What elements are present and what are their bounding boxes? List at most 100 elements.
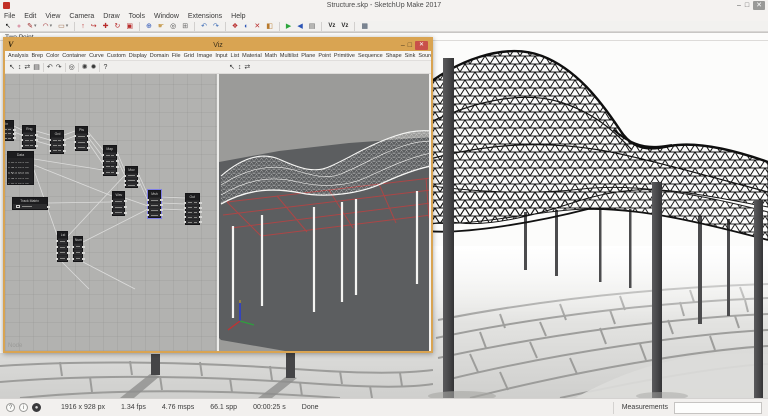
node-port-row[interactable]: [101, 169, 119, 175]
viz-node-n10[interactable]: Track Matrix: [12, 197, 50, 210]
photo-textures-icon[interactable]: ▤: [307, 21, 318, 31]
viz-undo-icon[interactable]: ↶: [47, 62, 53, 73]
node-port-row[interactable]: [20, 142, 38, 148]
viz-menu-curve[interactable]: Curve: [89, 53, 104, 59]
viz-maximize-icon[interactable]: □: [408, 41, 412, 50]
viz-menu-input[interactable]: Input: [215, 53, 227, 59]
viz-node-n5[interactable]: Mov: [123, 166, 140, 188]
menu-draw[interactable]: Draw: [103, 13, 119, 20]
viz-node-n3[interactable]: Pts: [73, 126, 90, 151]
viz-help-icon[interactable]: ?: [103, 62, 107, 73]
node-port-row[interactable]: [5, 135, 16, 140]
move-tool-icon[interactable]: ✚: [101, 21, 111, 31]
viz-node-n8[interactable]: Out: [183, 193, 202, 225]
viz-menu-sink[interactable]: Sink: [405, 53, 416, 59]
node-port-row[interactable]: [183, 219, 202, 224]
viz-menu-analysis[interactable]: Analysis: [8, 53, 28, 59]
viz-zoom-icon[interactable]: ◎: [69, 62, 75, 73]
info-icon[interactable]: i: [19, 403, 28, 412]
menu-edit[interactable]: Edit: [24, 13, 36, 20]
rectangle-tool-icon[interactable]: ▭ ▾: [56, 21, 70, 31]
viz-launch-icon[interactable]: Vz: [326, 21, 337, 31]
menu-camera[interactable]: Camera: [69, 13, 94, 20]
viz-node-n2[interactable]: Grd: [48, 130, 66, 154]
add-location-icon[interactable]: ▶: [284, 21, 293, 31]
viz-node-n0[interactable]: In: [5, 120, 16, 141]
node-port-row[interactable]: [48, 147, 66, 153]
menu-extensions[interactable]: Extensions: [188, 13, 222, 20]
menu-window[interactable]: Window: [154, 13, 179, 20]
help-icon[interactable]: ?: [6, 403, 15, 412]
viz-3d-preview[interactable]: [217, 74, 429, 351]
extension-icon[interactable]: ▦: [359, 21, 370, 31]
viz-menu-math[interactable]: Math: [265, 53, 277, 59]
dropdown-arrow-icon[interactable]: ▾: [66, 23, 69, 29]
viz-node-editor[interactable]: Node In Rng Grd Pts Map Mov Wav Msh Out Data0.00 …: [5, 74, 217, 351]
minimize-icon[interactable]: –: [737, 1, 741, 10]
viz-menu-multilist[interactable]: Multilist: [280, 53, 298, 59]
node-port-row[interactable]: [55, 255, 70, 261]
previous-view-icon[interactable]: ↶: [199, 21, 209, 31]
viz-menu-primitive[interactable]: Primitive: [334, 53, 355, 59]
viz-menu-list[interactable]: List: [231, 53, 240, 59]
measurements-input[interactable]: [674, 401, 762, 414]
viz-node-n11[interactable]: Lst: [55, 231, 70, 262]
menu-help[interactable]: Help: [231, 13, 245, 20]
viz-document-icon[interactable]: ▤: [33, 62, 40, 73]
maximize-icon[interactable]: □: [745, 1, 749, 10]
viz-menu-material[interactable]: Material: [242, 53, 262, 59]
viz-menu-container[interactable]: Container: [62, 53, 86, 59]
menu-file[interactable]: File: [4, 13, 15, 20]
close-icon[interactable]: ✕: [753, 1, 765, 10]
viz-menu-file[interactable]: File: [172, 53, 181, 59]
toggle-terrain-icon[interactable]: ◀: [295, 21, 304, 31]
viz-menu-color[interactable]: Color: [46, 53, 59, 59]
viz-menu-brep[interactable]: Brep: [31, 53, 43, 59]
dropdown-arrow-icon[interactable]: ▾: [34, 23, 37, 29]
push-pull-tool-icon[interactable]: ↑: [79, 21, 87, 31]
follow-me-tool-icon[interactable]: ↪: [89, 21, 99, 31]
walk-tool-icon[interactable]: ✕: [252, 21, 262, 31]
eraser-tool-icon[interactable]: ●: [15, 21, 23, 31]
viz-menu-grid[interactable]: Grid: [184, 53, 194, 59]
viz-node-n1[interactable]: Rng: [20, 125, 38, 149]
checkbox[interactable]: [16, 204, 20, 209]
viz-menu-shape[interactable]: Shape: [386, 53, 402, 59]
menu-view[interactable]: View: [45, 13, 60, 20]
viz-minimize-icon[interactable]: –: [401, 41, 405, 50]
viz-view-pan-icon[interactable]: ⇄: [244, 62, 250, 73]
next-view-icon[interactable]: ↷: [211, 21, 221, 31]
position-camera-icon[interactable]: ❖: [230, 21, 240, 31]
viz-menu-point[interactable]: Point: [318, 53, 331, 59]
dropdown-arrow-icon[interactable]: ▾: [50, 23, 53, 29]
viz-title-bar[interactable]: V Viz – □ ✕: [5, 39, 431, 51]
viz-menu-sequence[interactable]: Sequence: [358, 53, 383, 59]
zoom-tool-icon[interactable]: ◎: [168, 21, 178, 31]
viz-run-icon[interactable]: Vz: [339, 21, 350, 31]
viz-view-orbit-icon[interactable]: ↕: [238, 62, 242, 73]
viz-menu-display[interactable]: Display: [129, 53, 147, 59]
node-port-row[interactable]: [123, 182, 140, 187]
rotate-tool-icon[interactable]: ↻: [113, 21, 123, 31]
viz-node-n7[interactable]: Msh: [146, 190, 163, 218]
viz-menu-domain[interactable]: Domain: [150, 53, 169, 59]
viz-node-n9[interactable]: Data0.00 0.00 0.000.25 0.00 0.000.50 0.0…: [7, 151, 34, 185]
viz-menu-plane[interactable]: Plane: [301, 53, 315, 59]
node-port-row[interactable]: [73, 144, 90, 150]
node-port-row[interactable]: [110, 209, 127, 215]
line-tool-icon[interactable]: ✎ ▾: [25, 21, 38, 31]
viz-node-n12[interactable]: Num: [71, 236, 85, 262]
select-tool-icon[interactable]: ↖: [3, 21, 13, 31]
viz-update-icon[interactable]: ✺: [82, 62, 88, 73]
viz-menu-image[interactable]: Image: [197, 53, 212, 59]
viz-menu-source[interactable]: Source: [418, 53, 431, 59]
geolocation-icon[interactable]: ●: [32, 403, 41, 412]
orbit-tool-icon[interactable]: ⊕: [144, 21, 154, 31]
node-port-row[interactable]: [71, 255, 85, 261]
paint-bucket-tool-icon[interactable]: ▣: [124, 21, 135, 31]
viz-connect-icon[interactable]: ⇄: [24, 62, 30, 73]
viz-close-icon[interactable]: ✕: [414, 40, 428, 50]
viz-redo-icon[interactable]: ↷: [56, 62, 62, 73]
pan-tool-icon[interactable]: ☛: [156, 21, 166, 31]
viz-node-n6[interactable]: Wav: [110, 191, 127, 216]
